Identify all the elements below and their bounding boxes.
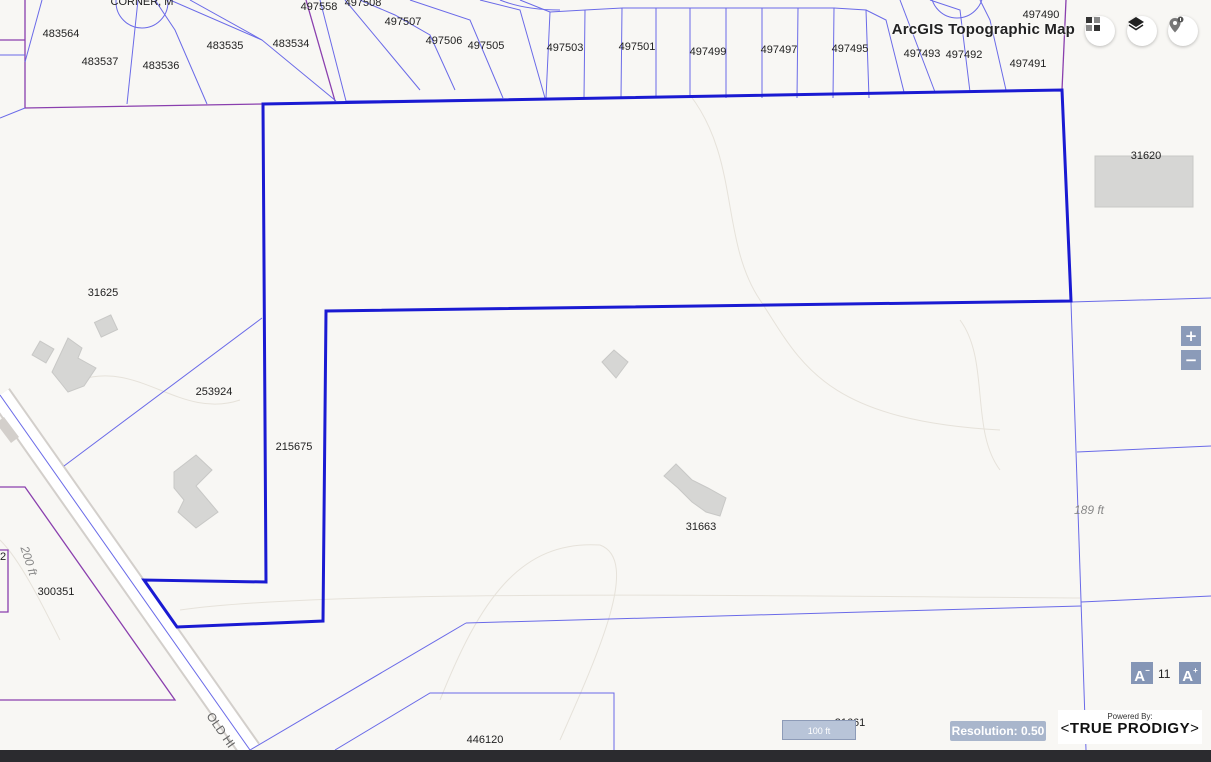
font-decrease-sign: − bbox=[1145, 666, 1150, 675]
parcel-label: 446120 bbox=[467, 734, 504, 746]
bottom-bar bbox=[0, 750, 1211, 762]
parcel-label: 497505 bbox=[468, 40, 505, 52]
brand-logo: <TRUE PRODIGY> bbox=[1060, 720, 1200, 737]
layers-button[interactable] bbox=[1127, 16, 1157, 46]
parcel-label: 497503 bbox=[547, 42, 584, 54]
font-decrease-label: A bbox=[1134, 668, 1146, 685]
parcel-label: 497558 bbox=[301, 1, 338, 13]
parcel-label: 497490 bbox=[1023, 9, 1060, 21]
brand-name: TRUE PRODIGY bbox=[1069, 720, 1191, 737]
parcel-label: 483535 bbox=[207, 40, 244, 52]
location-info-button[interactable] bbox=[1168, 16, 1198, 46]
parcel-label: 483537 bbox=[82, 56, 119, 68]
parcel-label: 497507 bbox=[385, 16, 422, 28]
parcel-label: 497508 bbox=[345, 0, 382, 9]
parcel-label: 2 bbox=[0, 551, 6, 563]
map-canvas[interactable]: 483564 483537 483536 483535 483534 49755… bbox=[0, 0, 1211, 750]
parcel-label: 215675 bbox=[276, 441, 313, 453]
elevation-label: 200 ft bbox=[17, 543, 40, 577]
map-layer: 483564 483537 483536 483535 483534 49755… bbox=[0, 0, 1211, 750]
font-decrease-button[interactable]: A− bbox=[1131, 662, 1153, 685]
resolution-badge: Resolution: 0.50 bbox=[950, 721, 1046, 741]
parcel-label: 31663 bbox=[686, 521, 717, 533]
zoom-out-button[interactable]: − bbox=[1181, 350, 1201, 370]
parcel-label: 497492 bbox=[946, 49, 983, 61]
powered-by-badge[interactable]: Powered By: <TRUE PRODIGY> bbox=[1058, 710, 1202, 744]
parcel-label: 497506 bbox=[426, 35, 463, 47]
scale-bar: 100 ft bbox=[782, 720, 856, 740]
basemap-gallery-button[interactable] bbox=[1085, 16, 1115, 46]
font-increase-label: A bbox=[1182, 668, 1194, 685]
parcel-label: 497497 bbox=[761, 44, 798, 56]
parcel-label: 497491 bbox=[1010, 58, 1047, 70]
font-increase-button[interactable]: A+ bbox=[1179, 662, 1201, 685]
parcel-label: 497493 bbox=[904, 48, 941, 60]
street-label: CORNER, M bbox=[111, 0, 174, 8]
parcel-label: 483534 bbox=[273, 38, 310, 50]
buildings bbox=[31, 155, 1194, 529]
font-increase-sign: + bbox=[1193, 666, 1198, 675]
font-size-value: 11 bbox=[1158, 667, 1171, 681]
parcel-label: 497499 bbox=[690, 46, 727, 58]
parcel-label: 483536 bbox=[143, 60, 180, 72]
elevation-label: 189 ft bbox=[1074, 503, 1105, 517]
parcel-label: 31625 bbox=[88, 287, 119, 299]
parcel-label: 253924 bbox=[196, 386, 233, 398]
parcel-label: 300351 bbox=[38, 586, 75, 598]
parcel-label: 31620 bbox=[1131, 150, 1162, 162]
parcel-label: 497501 bbox=[619, 41, 656, 53]
basemap-title: ArcGIS Topographic Map bbox=[891, 21, 1075, 38]
parcel-label: 497495 bbox=[832, 43, 869, 55]
parcel-label: 483564 bbox=[43, 28, 80, 40]
zoom-in-button[interactable]: + bbox=[1181, 326, 1201, 346]
